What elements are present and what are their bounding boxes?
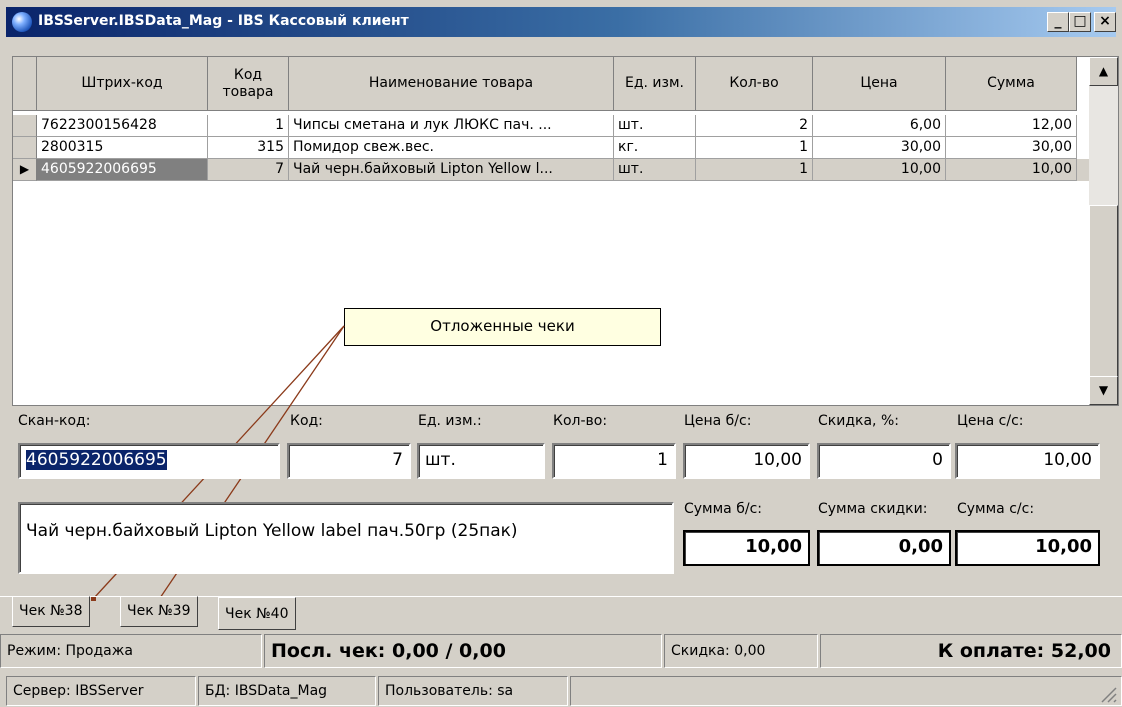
product-description-field[interactable]: Чай черн.байховый Lipton Yellow label па… [18, 502, 674, 574]
status-to-pay: К оплате: 52,00 [820, 634, 1122, 668]
code-label: Код: [290, 413, 323, 429]
status-mode: Режим: Продажа [0, 634, 262, 668]
sum-label: Сумма б/с: [684, 501, 762, 517]
qty-input[interactable]: 1 [552, 443, 676, 479]
price-with-discount-label: Цена с/с: [957, 413, 1024, 429]
qty-label: Кол-во: [553, 413, 608, 429]
total-sum-label: Сумма с/с: [957, 501, 1035, 517]
scan-code-selected-text: 4605922006695 [26, 450, 167, 470]
status-last-check: Посл. чек: 0,00 / 0,00 [264, 634, 662, 668]
price-label: Цена б/с: [684, 413, 752, 429]
code-input[interactable]: 7 [287, 443, 411, 479]
unit-input[interactable]: шт. [417, 443, 545, 479]
total-sum-field: 10,00 [955, 530, 1100, 566]
resize-grip-icon[interactable] [1098, 684, 1118, 704]
sum-field: 10,00 [683, 530, 810, 566]
discount-percent-input[interactable]: 0 [817, 443, 951, 479]
tab-check-38[interactable]: Чек №38 [12, 596, 90, 627]
discount-sum-label: Сумма скидки: [818, 501, 928, 517]
status-user: Пользователь: sa [378, 676, 568, 706]
scan-code-input[interactable]: 4605922006695 [18, 443, 280, 479]
status-server: Сервер: IBSServer [6, 676, 196, 706]
status-database: БД: IBSData_Mag [198, 676, 376, 706]
discount-percent-label: Скидка, %: [818, 413, 899, 429]
scan-code-label: Скан-код: [18, 413, 91, 429]
unit-label: Ед. изм.: [418, 413, 482, 429]
discount-sum-field: 0,00 [817, 530, 951, 566]
price-input[interactable]: 10,00 [683, 443, 810, 479]
status-discount: Скидка: 0,00 [664, 634, 818, 668]
tab-check-39[interactable]: Чек №39 [120, 596, 198, 627]
status-empty [570, 676, 1122, 706]
app-window: IBSServer.IBSData_Mag - IBS Кассовый кли… [0, 0, 1122, 707]
tab-check-40[interactable]: Чек №40 [218, 597, 296, 630]
price-with-discount-input[interactable]: 10,00 [955, 443, 1100, 479]
